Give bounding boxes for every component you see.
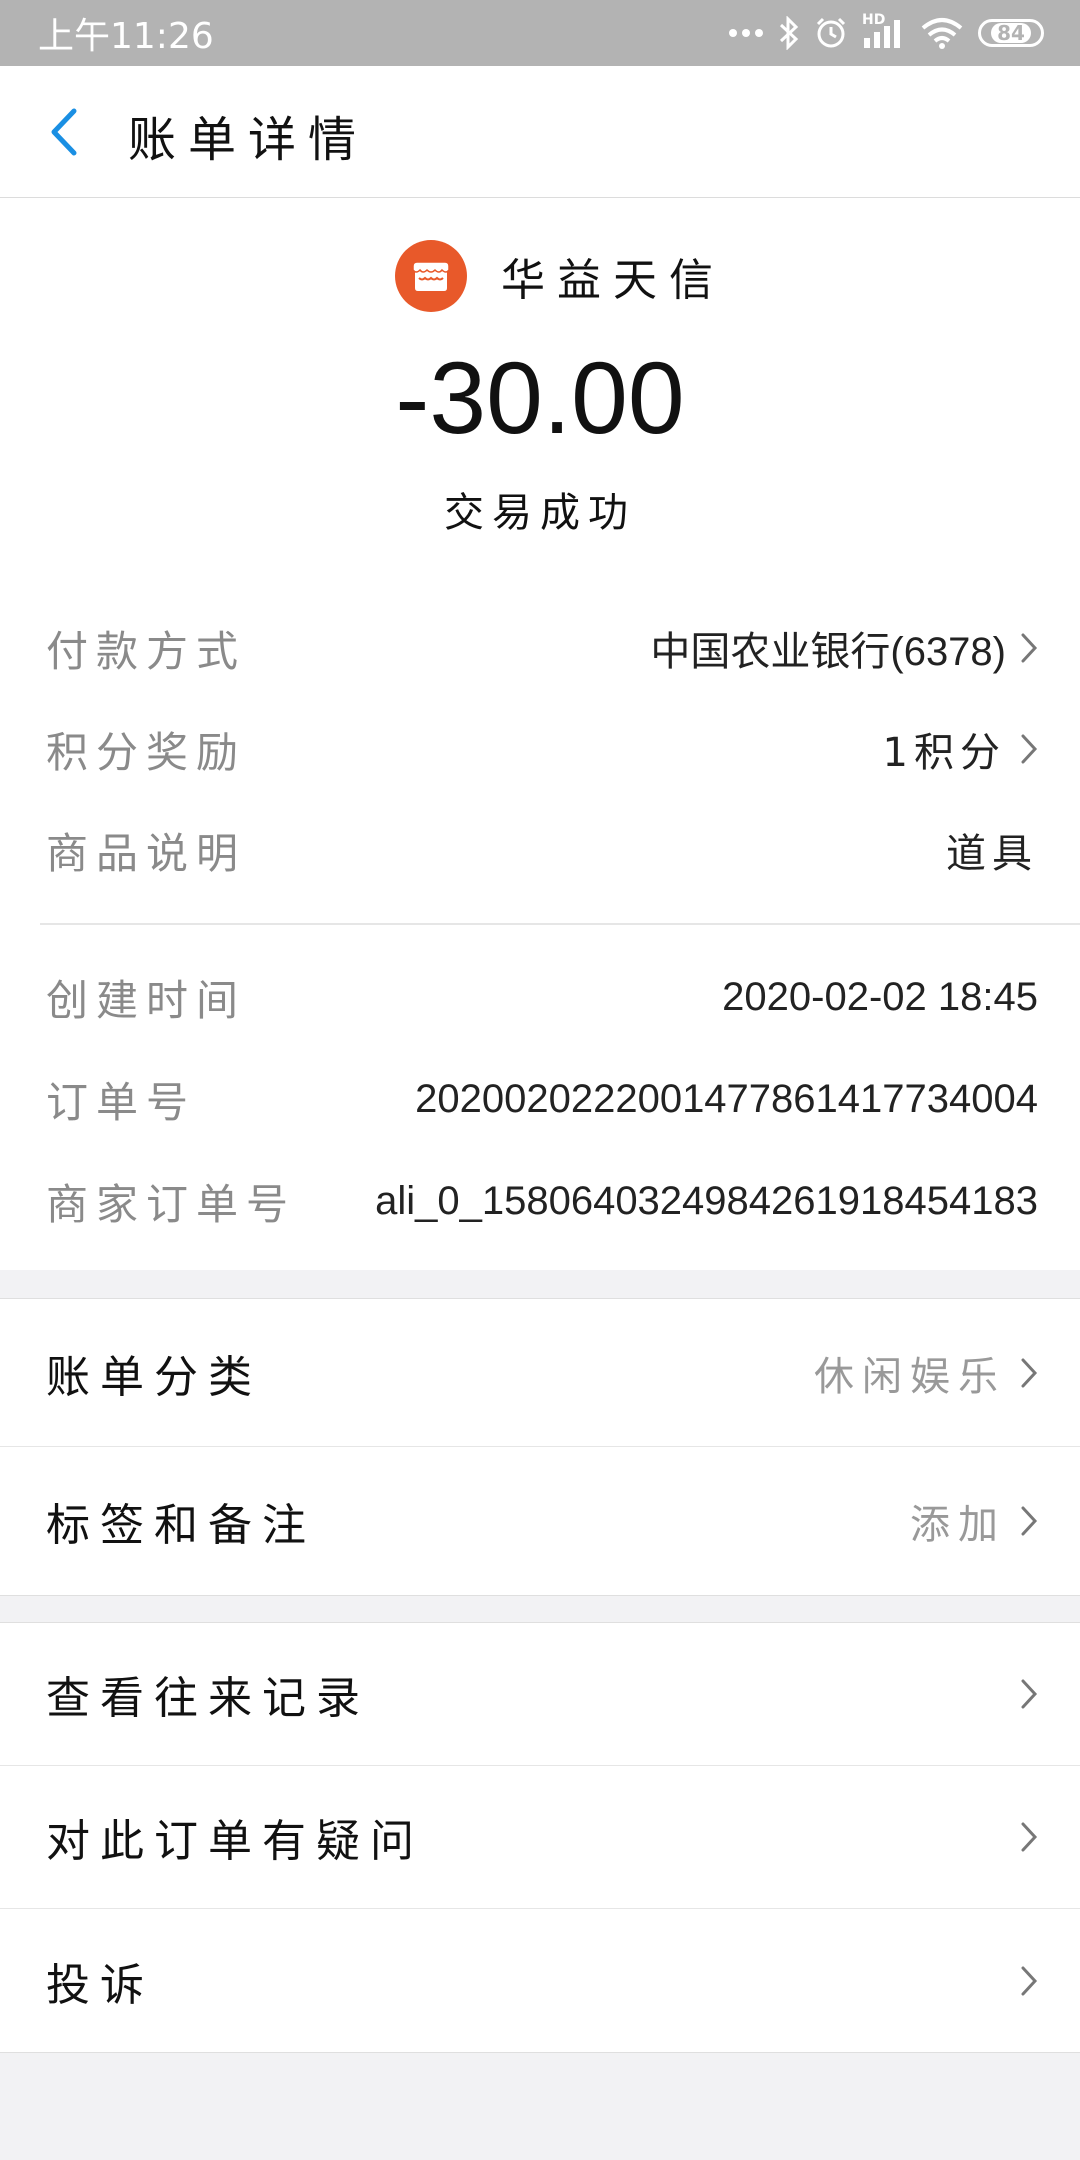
more-dots-icon <box>729 29 763 37</box>
bill-category-row[interactable]: 账单分类 休闲娱乐 <box>0 1299 1080 1447</box>
detail-label: 商品说明 <box>46 828 247 878</box>
detail-value: 2020-02-02 18:45 <box>722 974 1038 1019</box>
chevron-right-icon <box>1020 1965 1038 1997</box>
detail-label: 积分奖励 <box>46 727 247 777</box>
menu-label: 对此订单有疑问 <box>46 1816 424 1867</box>
detail-value: 道具 <box>946 821 1038 879</box>
detail-label: 订单号 <box>46 1077 197 1127</box>
chevron-right-icon <box>1020 632 1038 664</box>
detail-label: 商家订单号 <box>46 1179 297 1229</box>
wifi-icon <box>921 18 963 49</box>
bluetooth-icon <box>779 16 799 50</box>
menu-right: 休闲娱乐 <box>814 1344 1038 1402</box>
payment-method-value: 中国农业银行(6378) <box>650 630 1006 674</box>
detail-row-points[interactable]: 积分奖励 1积分 <box>46 719 1038 779</box>
detail-value: 1积分 <box>883 720 1038 778</box>
action-group: 查看往来记录 对此订单有疑问 投诉 <box>0 1622 1080 2053</box>
detail-value: 2020020222001477861417734004 <box>415 1076 1038 1121</box>
back-arrow-icon <box>51 108 77 156</box>
menu-label: 账单分类 <box>46 1351 262 1403</box>
menu-value: 休闲娱乐 <box>814 1353 1006 1400</box>
amount: -30.00 <box>395 341 685 455</box>
detail-row-created-time: 创建时间 2020-02-02 18:45 <box>46 967 1038 1027</box>
detail-row-payment-method[interactable]: 付款方式 中国农业银行(6378) <box>46 618 1038 678</box>
product-value: 道具 <box>946 831 1038 877</box>
battery-icon: 84 <box>978 19 1044 47</box>
chevron-right-icon <box>1020 1821 1038 1853</box>
store-icon <box>412 261 450 291</box>
detail-row-product: 商品说明 道具 <box>46 820 1038 880</box>
chevron-right-icon <box>1020 1357 1038 1389</box>
detail-value: ali_0_1580640324984261918454183 <box>375 1178 1038 1223</box>
trade-status: 交易成功 <box>444 490 636 536</box>
detail-label: 付款方式 <box>46 626 247 676</box>
points-value: 1积分 <box>882 730 1006 776</box>
merchant-logo <box>395 240 467 312</box>
hd-signal-icon: HD <box>862 12 906 50</box>
status-time: 上午11:26 <box>38 16 214 57</box>
chevron-right-icon <box>1020 1505 1038 1537</box>
page-title: 账单详情 <box>128 112 369 168</box>
menu-label: 查看往来记录 <box>46 1673 370 1724</box>
back-button[interactable] <box>38 104 88 160</box>
menu-value: 添加 <box>910 1502 1006 1548</box>
merchant-name: 华益天信 <box>501 255 725 306</box>
battery-level: 84 <box>991 23 1031 43</box>
chevron-right-icon <box>1020 733 1038 765</box>
menu-right: 添加 <box>910 1492 1038 1550</box>
detail-row-merchant-order-number: 商家订单号 ali_0_1580640324984261918454183 <box>46 1171 1038 1231</box>
chevron-right-icon <box>1020 1678 1038 1710</box>
order-question-row[interactable]: 对此订单有疑问 <box>0 1766 1080 1909</box>
merchant: 华益天信 <box>395 240 725 312</box>
complaint-row[interactable]: 投诉 <box>0 1909 1080 2052</box>
detail-label: 创建时间 <box>46 975 247 1025</box>
status-bar: 上午11:26 HD 84 <box>0 0 1080 66</box>
status-icons: HD 84 <box>728 12 1044 50</box>
detail-row-order-number: 订单号 2020020222001477861417734004 <box>46 1069 1038 1129</box>
menu-label: 投诉 <box>46 1959 154 2011</box>
divider <box>40 923 1080 925</box>
menu-label: 标签和备注 <box>46 1500 316 1551</box>
view-history-row[interactable]: 查看往来记录 <box>0 1623 1080 1766</box>
detail-value: 中国农业银行(6378) <box>650 619 1038 677</box>
category-group: 账单分类 休闲娱乐 标签和备注 添加 <box>0 1298 1080 1596</box>
header: 账单详情 <box>0 66 1080 198</box>
alarm-icon <box>816 17 846 48</box>
bill-summary: 华益天信 -30.00 交易成功 付款方式 中国农业银行(6378) 积分奖励 … <box>0 198 1080 1270</box>
tags-notes-row[interactable]: 标签和备注 添加 <box>0 1447 1080 1595</box>
